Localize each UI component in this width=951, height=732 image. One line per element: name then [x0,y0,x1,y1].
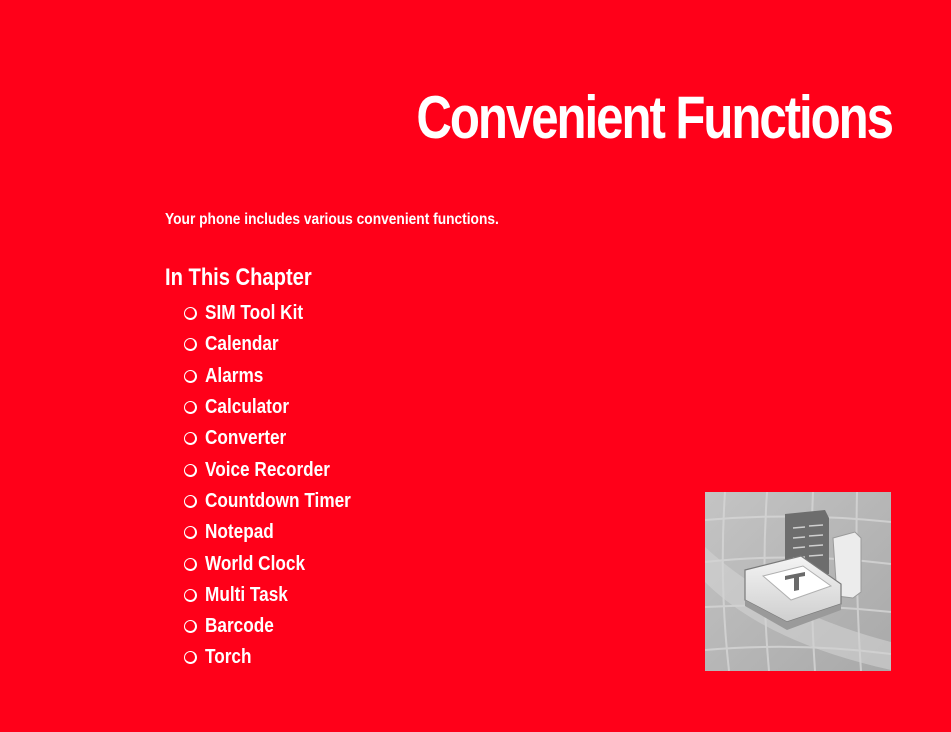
chapter-item-calculator[interactable]: Calculator [184,392,375,423]
circle-bullet-icon [184,463,197,477]
chapter-item-label: SIM Tool Kit [205,302,304,325]
chapter-item-torch[interactable]: Torch [184,642,375,673]
circle-bullet-icon [184,526,197,540]
circle-bullet-icon [184,557,197,571]
chapter-item-converter[interactable]: Converter [184,423,375,454]
circle-bullet-icon [184,432,197,446]
chapter-item-label: Barcode [205,615,274,638]
chapter-item-label: Multi Task [205,583,288,606]
in-this-chapter-heading: In This Chapter [165,264,312,291]
chapter-item-label: Calculator [205,396,290,419]
chapter-item-multi-task[interactable]: Multi Task [184,580,375,611]
chapter-item-label: Torch [205,646,252,669]
chapter-item-notepad[interactable]: Notepad [184,517,375,548]
chapter-item-label: World Clock [205,552,306,575]
circle-bullet-icon [184,307,197,321]
chapter-item-countdown-timer[interactable]: Countdown Timer [184,486,375,517]
chapter-item-label: Calendar [205,333,279,356]
chapter-item-barcode[interactable]: Barcode [184,611,375,642]
chapter-item-world-clock[interactable]: World Clock [184,548,375,579]
circle-bullet-icon [184,338,197,352]
chapter-item-calendar[interactable]: Calendar [184,329,375,360]
chapter-item-voice-recorder[interactable]: Voice Recorder [184,454,375,485]
chapter-item-label: Converter [205,427,287,450]
chapter-item-label: Voice Recorder [205,458,330,481]
chapter-item-alarms[interactable]: Alarms [184,361,375,392]
calculator-device-icon [705,492,891,671]
chapter-item-label: Countdown Timer [205,489,351,512]
circle-bullet-icon [184,651,197,665]
circle-bullet-icon [184,620,197,634]
chapter-item-label: Alarms [205,364,264,387]
circle-bullet-icon [184,588,197,602]
chapter-contents-list: SIM Tool Kit Calendar Alarms Calculator … [184,298,375,674]
chapter-illustration [705,492,891,671]
circle-bullet-icon [184,494,197,508]
chapter-item-sim-tool-kit[interactable]: SIM Tool Kit [184,298,375,329]
chapter-intro: Your phone includes various convenient f… [165,211,499,228]
chapter-item-label: Notepad [205,521,274,544]
chapter-title: Convenient Functions [416,84,894,151]
circle-bullet-icon [184,369,197,383]
circle-bullet-icon [184,401,197,415]
